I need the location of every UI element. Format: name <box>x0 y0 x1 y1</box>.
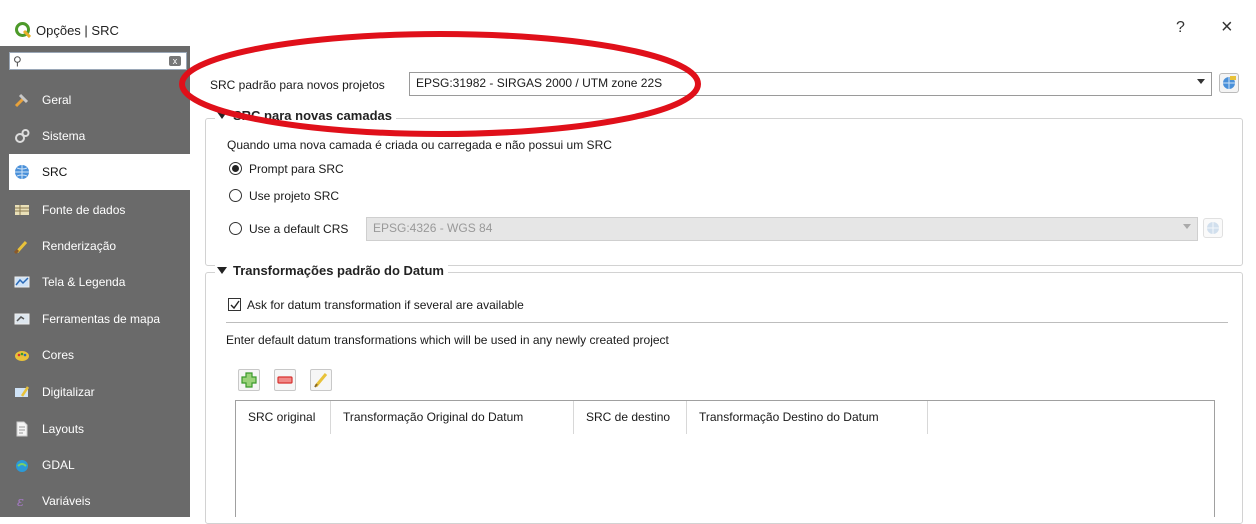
collapse-triangle-icon <box>217 112 227 119</box>
title-bar: Opções | SRC ? × <box>0 0 1256 46</box>
pencil-icon <box>314 373 328 388</box>
plus-icon <box>241 372 257 388</box>
column-header[interactable]: SRC original <box>236 401 331 434</box>
column-header-label: Transformação Original do Datum <box>343 410 524 424</box>
sidebar-item-label: Fonte de dados <box>42 203 126 217</box>
sidebar-item-digitalizar[interactable]: Digitalizar <box>0 374 190 410</box>
check-icon <box>230 300 240 310</box>
sidebar-item-ferramentas-de-mapa[interactable]: Ferramentas de mapa <box>0 301 190 337</box>
sidebar-item-label: Digitalizar <box>42 385 95 399</box>
radio-use-default-crs-label: Use a default CRS <box>249 222 349 236</box>
column-header-label: SRC original <box>248 410 316 424</box>
sidebar-item-label: Variáveis <box>42 494 91 508</box>
default-crs-value: EPSG:4326 - WGS 84 <box>373 221 493 235</box>
sidebar-item-label: Tela & Legenda <box>42 275 126 289</box>
new-layers-heading-text: SRC para novas camadas <box>233 108 392 123</box>
help-button[interactable]: ? <box>1176 19 1185 37</box>
system-icon <box>15 129 30 143</box>
brush-icon <box>14 240 28 254</box>
datum-heading-text: Transformações padrão do Datum <box>233 263 444 278</box>
project-crs-select[interactable]: EPSG:31982 - SIRGAS 2000 / UTM zone 22S <box>409 72 1212 96</box>
sidebar-item-layouts[interactable]: Layouts <box>0 411 190 447</box>
sidebar-item-variaveis[interactable]: ε Variáveis <box>0 483 190 519</box>
divider <box>226 322 1228 323</box>
tools-icon <box>14 93 29 108</box>
new-layers-heading[interactable]: SRC para novas camadas <box>215 108 396 123</box>
sidebar-item-label: Layouts <box>42 422 85 436</box>
minus-icon <box>277 376 293 384</box>
radio-use-default-crs[interactable] <box>229 222 242 235</box>
ask-datum-checkbox[interactable] <box>228 298 241 311</box>
variables-icon: ε <box>17 495 24 509</box>
column-header-label: SRC de destino <box>586 410 671 424</box>
new-layers-description: Quando uma nova camada é criada ou carre… <box>227 138 612 152</box>
chevron-down-icon <box>1183 224 1191 229</box>
sidebar-item-label: Renderização <box>42 239 117 253</box>
globe-icon <box>15 165 29 179</box>
sidebar-item-label: SRC <box>42 165 68 179</box>
window-title: Opções | SRC <box>36 23 119 38</box>
radio-use-project-src[interactable] <box>229 189 242 202</box>
ask-datum-label: Ask for datum transformation if several … <box>247 298 524 312</box>
qgis-logo-icon <box>15 22 31 38</box>
select-default-crs-button[interactable] <box>1203 218 1223 238</box>
collapse-triangle-icon <box>217 267 227 274</box>
radio-use-project-src-label: Use projeto SRC <box>249 189 340 203</box>
sidebar-item-label: Ferramentas de mapa <box>42 312 161 326</box>
sidebar-item-label: Cores <box>42 348 75 362</box>
add-transformation-button[interactable] <box>238 369 260 391</box>
column-header-label: Transformação Destino do Datum <box>699 410 879 424</box>
radio-prompt-src[interactable] <box>229 162 242 175</box>
column-header[interactable]: Transformação Destino do Datum <box>687 401 928 434</box>
sidebar-item-gdal[interactable]: GDAL <box>0 447 190 483</box>
sidebar-item-cores[interactable]: Cores <box>0 337 190 373</box>
globe-icon <box>1207 222 1219 234</box>
radio-prompt-src-label: Prompt para SRC <box>249 162 344 176</box>
default-crs-select[interactable]: EPSG:4326 - WGS 84 <box>366 217 1198 241</box>
project-crs-value: EPSG:31982 - SIRGAS 2000 / UTM zone 22S <box>416 76 663 90</box>
search-icon: ⚲ <box>13 54 22 68</box>
clear-search-icon[interactable]: x <box>169 56 181 66</box>
sidebar-item-fonte-de-dados[interactable]: Fonte de dados <box>0 192 190 228</box>
column-header[interactable]: SRC de destino <box>574 401 687 434</box>
chevron-down-icon <box>1197 79 1205 84</box>
edit-transformation-button[interactable] <box>310 369 332 391</box>
palette-icon <box>15 351 29 361</box>
column-header[interactable]: Transformação Original do Datum <box>331 401 574 434</box>
sidebar-item-label: GDAL <box>42 458 75 472</box>
digitize-icon <box>15 386 30 397</box>
layout-icon <box>16 421 28 437</box>
sidebar-item-tela-legenda[interactable]: Tela & Legenda <box>0 264 190 300</box>
project-crs-label: SRC padrão para novos projetos <box>210 78 385 92</box>
enter-datum-text: Enter default datum transformations whic… <box>226 333 669 347</box>
map-tools-icon <box>14 313 30 325</box>
svg-text:ε: ε <box>17 495 24 509</box>
table-icon <box>15 205 29 215</box>
select-crs-button[interactable] <box>1219 73 1239 93</box>
sidebar-item-sistema[interactable]: Sistema <box>0 118 190 154</box>
sidebar-item-renderizacao[interactable]: Renderização <box>0 228 190 264</box>
sidebar-item-label: Sistema <box>42 129 86 143</box>
datum-transformations-table[interactable]: SRC original Transformação Original do D… <box>235 400 1215 517</box>
sidebar-item-label: Geral <box>42 93 72 107</box>
globe-icon <box>1223 76 1236 89</box>
close-button[interactable]: × <box>1221 16 1233 39</box>
map-canvas-icon <box>14 276 30 288</box>
sidebar-item-geral[interactable]: Geral <box>0 82 190 118</box>
datum-heading[interactable]: Transformações padrão do Datum <box>215 263 448 278</box>
remove-transformation-button[interactable] <box>274 369 296 391</box>
gdal-icon <box>16 460 28 472</box>
sidebar-item-src[interactable]: SRC <box>9 154 190 190</box>
sidebar-search-input[interactable]: ⚲ x <box>9 52 187 70</box>
